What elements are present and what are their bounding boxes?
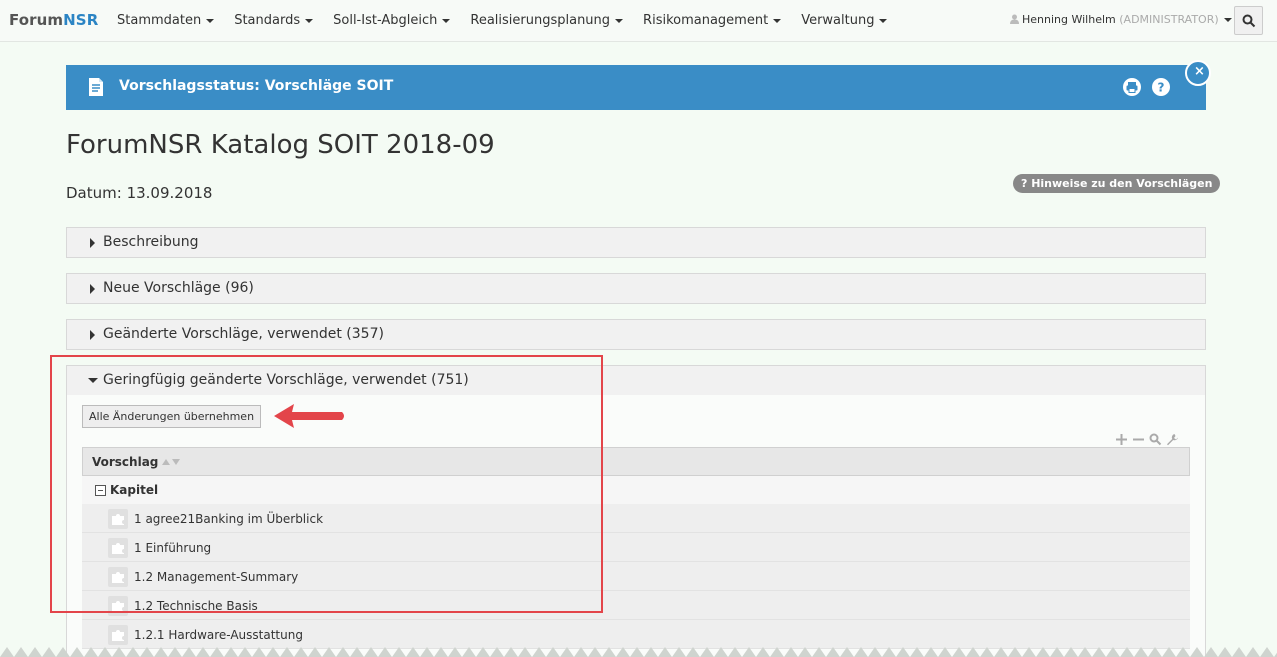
- menu-label: Stammdaten: [117, 13, 202, 28]
- apply-all-changes-button[interactable]: Alle Änderungen übernehmen: [82, 405, 262, 428]
- close-button[interactable]: ×: [1185, 60, 1211, 86]
- table-row[interactable]: 1 agree21Banking im Überblick: [82, 504, 1190, 533]
- menu-standards[interactable]: Standards: [234, 0, 314, 42]
- menu-label: Standards: [234, 13, 301, 28]
- row-label: 1.2 Technische Basis: [134, 599, 258, 613]
- brand-part1: Forum: [9, 11, 64, 29]
- column-header-label: Vorschlag: [92, 455, 159, 469]
- menu-label: Risikomanagement: [643, 13, 769, 28]
- user-icon: [1010, 14, 1019, 24]
- search-icon: [1242, 14, 1256, 28]
- menu-label: Realisierungsplanung: [470, 13, 611, 28]
- plus-icon[interactable]: [1115, 431, 1128, 445]
- minus-icon[interactable]: [1132, 431, 1145, 444]
- menu-label: Soll-Ist-Abgleich: [333, 13, 438, 28]
- section-label: Beschreibung: [103, 234, 199, 250]
- tree-toolbar: [1115, 431, 1179, 446]
- row-label: 1 Einführung: [134, 541, 212, 555]
- sort-icon[interactable]: [162, 458, 180, 466]
- menu-soll-ist-abgleich[interactable]: Soll-Ist-Abgleich: [333, 0, 451, 42]
- caret-down-icon: [88, 378, 98, 383]
- section-geringfuegig-geaenderte[interactable]: Geringfügig geänderte Vorschläge, verwen…: [66, 365, 1206, 396]
- print-icon[interactable]: [1123, 78, 1141, 96]
- puzzle-icon: [108, 538, 128, 558]
- caret-down-icon: [305, 18, 314, 23]
- puzzle-icon: [108, 596, 128, 616]
- annotation-arrow-icon: [274, 404, 344, 428]
- svg-text:?: ?: [1158, 81, 1165, 95]
- puzzle-icon: [108, 567, 128, 587]
- section-geaenderte-vorschlaege[interactable]: Geänderte Vorschläge, verwendet (357): [66, 319, 1206, 350]
- caret-down-icon: [1223, 18, 1232, 22]
- collapse-icon[interactable]: [95, 485, 106, 496]
- user-menu[interactable]: Henning Wilhelm (ADMINISTRATOR): [1010, 0, 1232, 40]
- menu-realisierungsplanung[interactable]: Realisierungsplanung: [470, 0, 624, 42]
- table-row[interactable]: 1 Einführung: [82, 533, 1190, 562]
- section-beschreibung[interactable]: Beschreibung: [66, 227, 1206, 258]
- row-label: 1 agree21Banking im Überblick: [134, 512, 324, 526]
- main-menu: Stammdaten Standards Soll-Ist-Abgleich R…: [117, 0, 907, 42]
- caret-right-icon: [90, 238, 95, 248]
- user-name: Henning Wilhelm: [1022, 13, 1116, 26]
- menu-label: Verwaltung: [801, 13, 875, 28]
- close-icon: ×: [1194, 64, 1205, 79]
- document-icon: [89, 78, 103, 96]
- caret-down-icon: [879, 18, 888, 23]
- brand-part2: NSR: [63, 11, 99, 29]
- torn-edge: [0, 647, 1277, 657]
- caret-down-icon: [206, 18, 215, 23]
- date-label: Datum: 13.09.2018: [66, 184, 213, 202]
- tree-group-kapitel[interactable]: Kapitel: [82, 476, 1190, 505]
- row-label: 1.2 Management-Summary: [134, 570, 299, 584]
- caret-right-icon: [90, 284, 95, 294]
- menu-verwaltung[interactable]: Verwaltung: [801, 0, 888, 42]
- caret-down-icon: [442, 18, 451, 23]
- top-navbar: ForumNSR Stammdaten Standards Soll-Ist-A…: [0, 0, 1277, 42]
- section-label: Geänderte Vorschläge, verwendet (357): [103, 326, 384, 342]
- section-neue-vorschlaege[interactable]: Neue Vorschläge (96): [66, 273, 1206, 304]
- row-label: 1.2.1 Hardware-Ausstattung: [134, 628, 303, 642]
- caret-right-icon: [90, 330, 95, 340]
- page-title: ForumNSR Katalog SOIT 2018-09: [66, 130, 495, 160]
- caret-down-icon: [615, 18, 624, 23]
- section-label: Neue Vorschläge (96): [103, 280, 254, 296]
- user-role: (ADMINISTRATOR): [1119, 13, 1219, 26]
- group-label: Kapitel: [110, 483, 159, 497]
- grid-header-vorschlag[interactable]: Vorschlag: [82, 447, 1190, 476]
- brand-logo[interactable]: ForumNSR: [9, 11, 98, 29]
- search-button[interactable]: [1234, 6, 1263, 35]
- puzzle-icon: [108, 509, 128, 529]
- status-header-panel: Vorschlagsstatus: Vorschläge SOIT ?: [66, 65, 1206, 110]
- hints-badge[interactable]: ? Hinweise zu den Vorschlägen: [1013, 174, 1221, 193]
- help-icon[interactable]: ?: [1152, 78, 1170, 96]
- section-label: Geringfügig geänderte Vorschläge, verwen…: [103, 372, 469, 388]
- menu-risikomanagement[interactable]: Risikomanagement: [643, 0, 782, 42]
- puzzle-icon: [108, 625, 128, 645]
- panel-title: Vorschlagsstatus: Vorschläge SOIT: [119, 78, 394, 94]
- caret-down-icon: [773, 18, 782, 23]
- menu-stammdaten[interactable]: Stammdaten: [117, 0, 215, 42]
- wrench-icon[interactable]: [1166, 431, 1179, 446]
- search-icon[interactable]: [1149, 431, 1162, 446]
- table-row[interactable]: 1.2 Management-Summary: [82, 562, 1190, 591]
- table-row[interactable]: 1.2 Technische Basis: [82, 591, 1190, 620]
